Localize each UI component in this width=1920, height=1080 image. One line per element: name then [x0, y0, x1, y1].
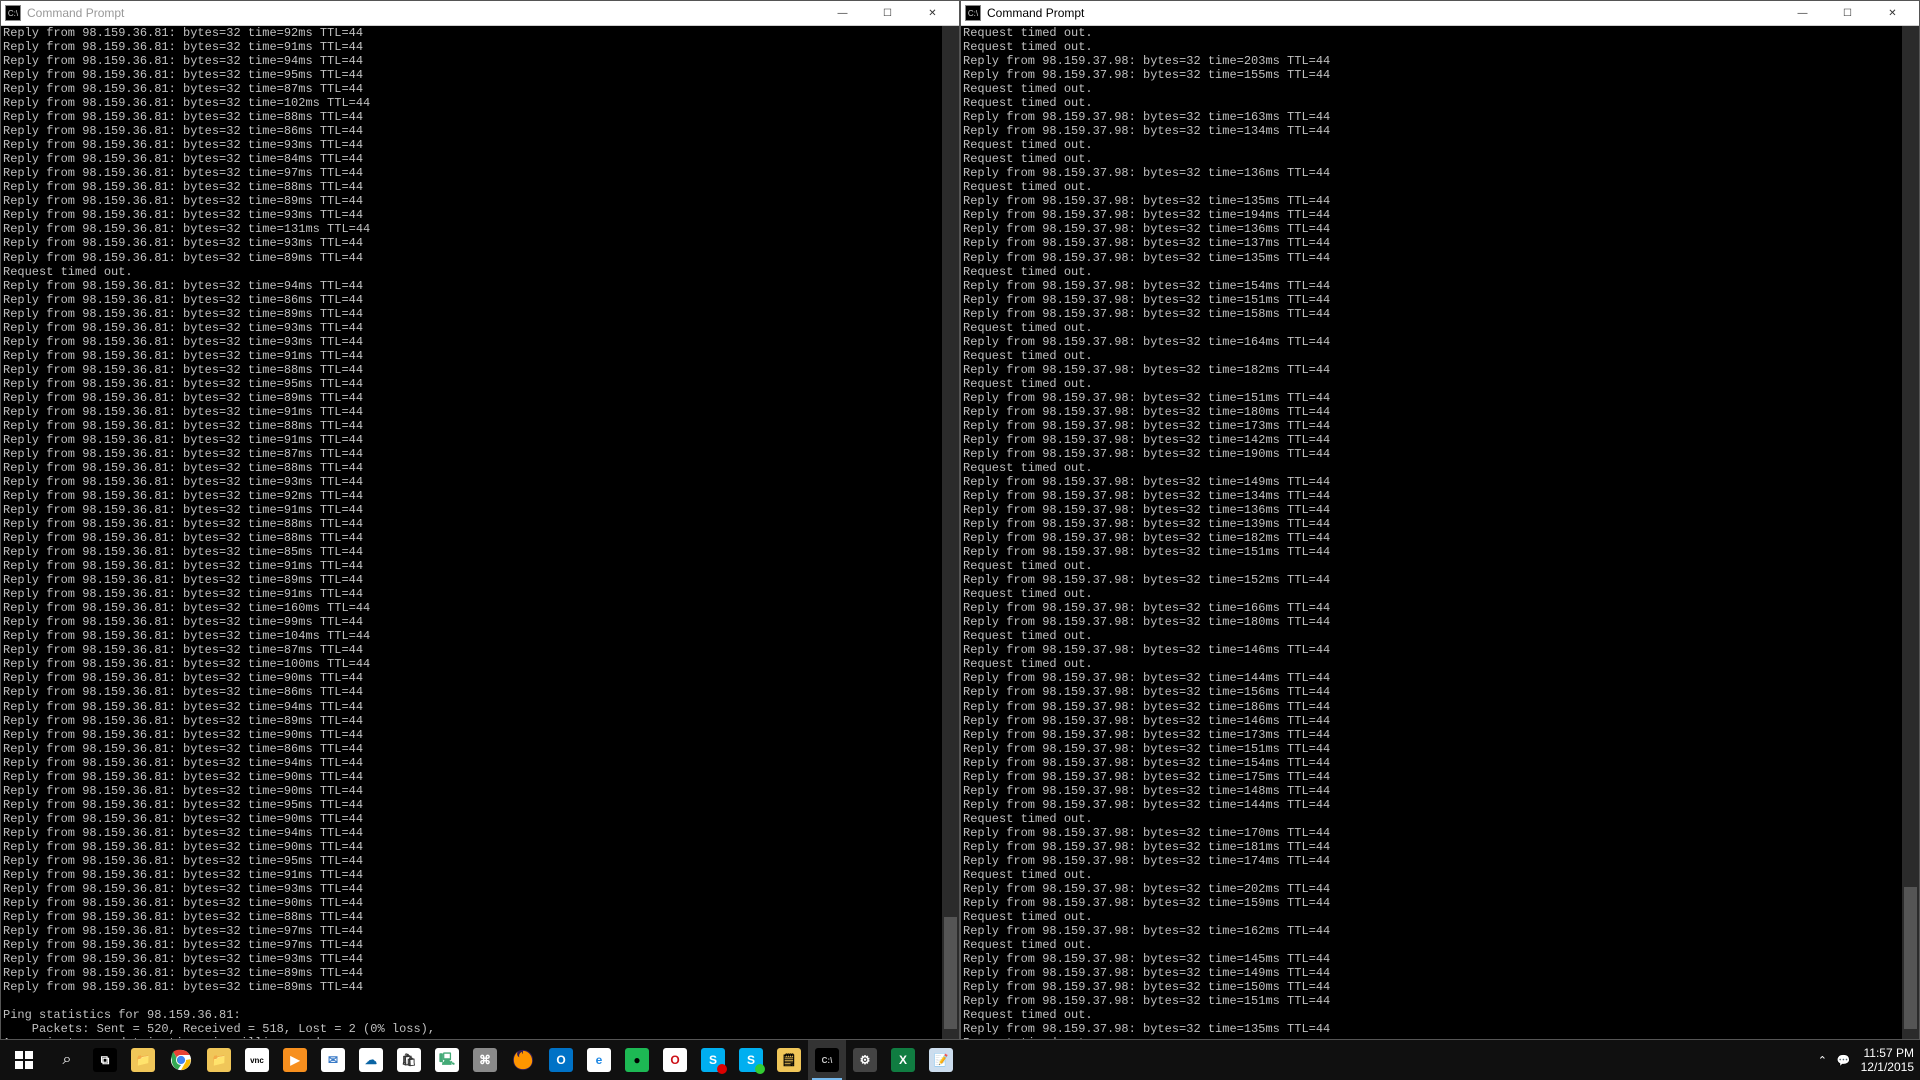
skype-business-icon: S [739, 1048, 763, 1072]
taskbar-file-explorer-2[interactable]: 📁 [200, 1040, 238, 1080]
cmd-icon: C:\ [5, 5, 21, 21]
scrollbar-left[interactable] [942, 26, 959, 1039]
file-explorer-icon: 📁 [131, 1048, 155, 1072]
terminal-left-output[interactable]: Reply from 98.159.36.81: bytes=32 time=9… [1, 26, 959, 1039]
taskbar-skype[interactable]: S [694, 1040, 732, 1080]
firefox-icon [511, 1048, 535, 1072]
outlook-icon: O [549, 1048, 573, 1072]
taskbar: ⌕ ⧉📁📁vnc▶✉☁🛍🖳⌘Oe●OSS🗒C:\⚙X📝 ⌃ 💬 11:57 PM… [0, 1040, 1920, 1080]
taskbar-vnc[interactable]: vnc [238, 1040, 276, 1080]
cmd-icon: C:\ [965, 5, 981, 21]
taskbar-excel[interactable]: X [884, 1040, 922, 1080]
window-title-right: Command Prompt [987, 6, 1780, 20]
notepad-icon: 📝 [929, 1048, 953, 1072]
maximize-button[interactable]: ☐ [1825, 1, 1870, 25]
search-button[interactable]: ⌕ [48, 1040, 86, 1080]
mail-icon: ✉ [321, 1048, 345, 1072]
taskbar-onedrive[interactable]: ☁ [352, 1040, 390, 1080]
minimize-button[interactable]: — [820, 1, 865, 25]
taskbar-outlook[interactable]: O [542, 1040, 580, 1080]
spotify-icon: ● [625, 1048, 649, 1072]
tray-notification-icon[interactable]: 💬 [1837, 1054, 1851, 1067]
search-icon: ⌕ [63, 1051, 72, 1069]
task-view-icon: ⧉ [93, 1048, 117, 1072]
taskbar-spotify[interactable]: ● [618, 1040, 656, 1080]
onedrive-icon: ☁ [359, 1048, 383, 1072]
taskbar-ie[interactable]: e [580, 1040, 618, 1080]
window-title-left: Command Prompt [27, 6, 820, 20]
system-tray: ⌃ 💬 11:57 PM 12/1/2015 [1818, 1040, 1920, 1080]
taskbar-opera[interactable]: O [656, 1040, 694, 1080]
chrome-icon [169, 1048, 193, 1072]
taskbar-media-player[interactable]: ▶ [276, 1040, 314, 1080]
scrollbar-right[interactable] [1902, 26, 1919, 1039]
excel-icon: X [891, 1048, 915, 1072]
taskbar-store[interactable]: 🛍 [390, 1040, 428, 1080]
tray-chevron-icon[interactable]: ⌃ [1818, 1054, 1827, 1067]
taskbar-skype-business[interactable]: S [732, 1040, 770, 1080]
clock-date: 12/1/2015 [1861, 1060, 1914, 1074]
media-player-icon: ▶ [283, 1048, 307, 1072]
titlebar-right[interactable]: C:\ Command Prompt — ☐ ✕ [961, 1, 1919, 26]
cmd-icon: C:\ [815, 1048, 839, 1072]
scroll-thumb[interactable] [1904, 887, 1917, 1029]
app-gray-icon: ⌘ [473, 1048, 497, 1072]
close-button[interactable]: ✕ [910, 1, 955, 25]
settings-icon: ⚙ [853, 1048, 877, 1072]
terminal-right-output[interactable]: Request timed out. Request timed out. Re… [961, 26, 1919, 1039]
titlebar-left[interactable]: C:\ Command Prompt — ☐ ✕ [1, 1, 959, 26]
taskbar-firefox[interactable] [504, 1040, 542, 1080]
taskbar-chrome[interactable] [162, 1040, 200, 1080]
taskbar-notepad[interactable]: 📝 [922, 1040, 960, 1080]
notes-icon: 🗒 [777, 1048, 801, 1072]
clock-time: 11:57 PM [1861, 1046, 1914, 1060]
taskbar-putty[interactable]: 🖳 [428, 1040, 466, 1080]
taskbar-cmd[interactable]: C:\ [808, 1040, 846, 1080]
store-icon: 🛍 [397, 1048, 421, 1072]
file-explorer-2-icon: 📁 [207, 1048, 231, 1072]
taskbar-mail[interactable]: ✉ [314, 1040, 352, 1080]
opera-icon: O [663, 1048, 687, 1072]
close-button[interactable]: ✕ [1870, 1, 1915, 25]
cmd-window-left: C:\ Command Prompt — ☐ ✕ Reply from 98.1… [0, 0, 960, 1040]
taskbar-settings[interactable]: ⚙ [846, 1040, 884, 1080]
cmd-window-right: C:\ Command Prompt — ☐ ✕ Request timed o… [960, 0, 1920, 1040]
taskbar-task-view[interactable]: ⧉ [86, 1040, 124, 1080]
ie-icon: e [587, 1048, 611, 1072]
scroll-thumb[interactable] [944, 917, 957, 1028]
maximize-button[interactable]: ☐ [865, 1, 910, 25]
windows-icon [15, 1051, 33, 1069]
taskbar-clock[interactable]: 11:57 PM 12/1/2015 [1861, 1046, 1914, 1075]
taskbar-app-gray[interactable]: ⌘ [466, 1040, 504, 1080]
start-button[interactable] [0, 1040, 48, 1080]
taskbar-file-explorer[interactable]: 📁 [124, 1040, 162, 1080]
skype-icon: S [701, 1048, 725, 1072]
taskbar-notes[interactable]: 🗒 [770, 1040, 808, 1080]
vnc-icon: vnc [245, 1048, 269, 1072]
minimize-button[interactable]: — [1780, 1, 1825, 25]
putty-icon: 🖳 [435, 1048, 459, 1072]
